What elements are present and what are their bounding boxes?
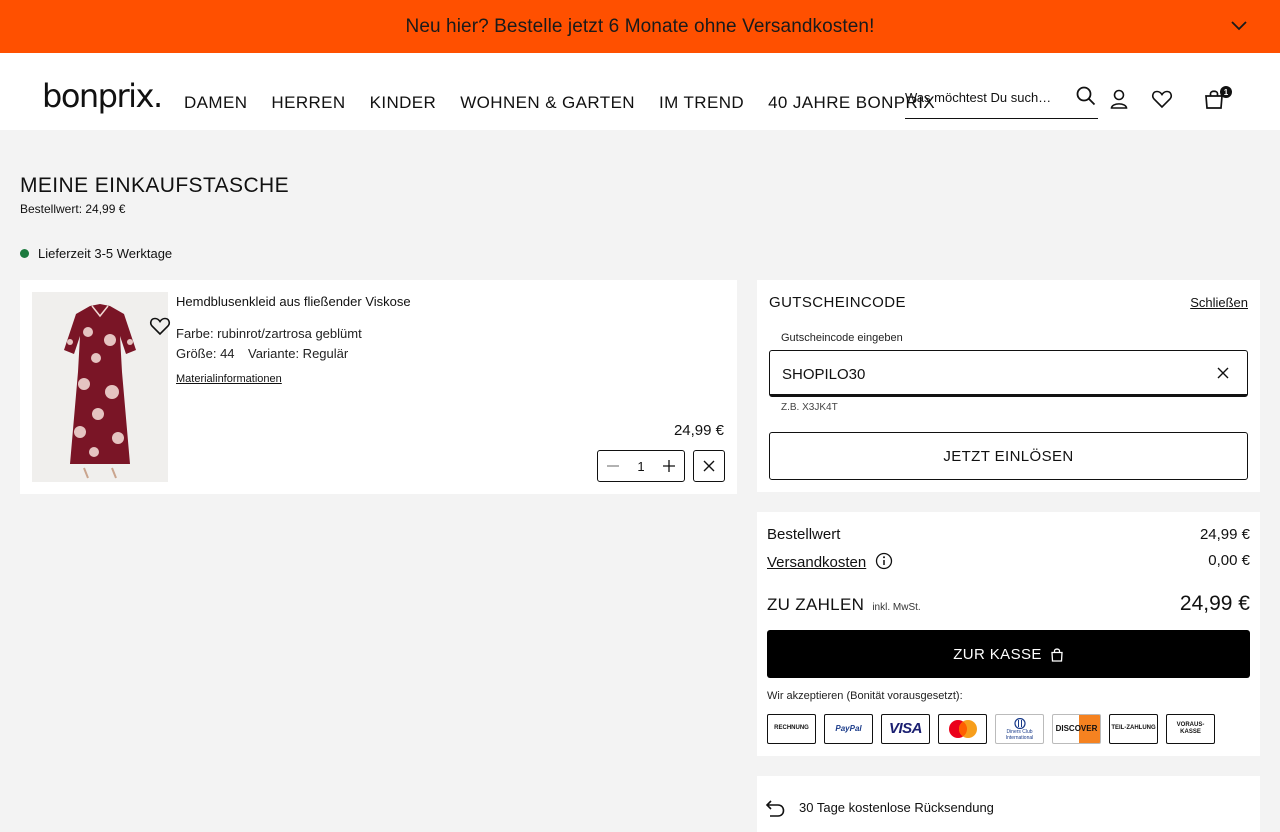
plus-icon[interactable] — [662, 459, 676, 473]
redeem-voucher-button[interactable]: JETZT EINLÖSEN — [769, 432, 1248, 480]
payment-paypal: PayPal — [824, 714, 873, 744]
diners-label: Diners Club International — [1005, 728, 1034, 741]
payment-methods: RECHNUNG PayPal VISA Diners Club Interna… — [767, 714, 1223, 744]
total-value: 24,99 € — [1179, 592, 1250, 615]
nav-kinder[interactable]: KINDER — [370, 93, 437, 113]
search-input[interactable] — [905, 82, 1055, 112]
payment-visa: VISA — [881, 714, 930, 744]
product-image[interactable] — [32, 292, 171, 482]
material-info-link[interactable]: Materialinformationen — [176, 373, 282, 385]
mastercard-logo — [948, 720, 977, 738]
main-nav: DAMEN HERREN KINDER WOHNEN & GARTEN IM T… — [184, 93, 959, 113]
wishlist-heart-icon[interactable] — [1151, 88, 1173, 110]
info-icon[interactable] — [875, 552, 893, 570]
quantity-stepper: 1 — [597, 450, 685, 482]
order-value-text: Bestellwert: 24,99 € — [20, 202, 126, 216]
payment-rechnung: RECHNUNG — [767, 714, 816, 744]
voucher-close-link[interactable]: Schließen — [1190, 295, 1248, 310]
total-label: ZU ZAHLEN — [767, 595, 865, 614]
bonprix-logo[interactable]: bonprix. — [42, 80, 163, 112]
wishlist-heart-icon[interactable] — [148, 314, 172, 338]
promo-text: Neu hier? Bestelle jetzt 6 Monate ohne V… — [405, 15, 875, 37]
nav-wohnen-garten[interactable]: WOHNEN & GARTEN — [460, 93, 635, 113]
search-box — [905, 81, 1098, 119]
summary-shipping-value: 0,00 € — [1208, 552, 1250, 569]
returns-info: 30 Tage kostenlose Rücksendung — [757, 776, 1260, 832]
summary-total-row: ZU ZAHLEN inkl. MwSt. 24,99 € — [767, 592, 1250, 616]
product-size: Größe: 44 — [176, 346, 235, 361]
return-arrow-icon — [765, 800, 785, 817]
account-icon[interactable] — [1108, 88, 1130, 110]
product-name[interactable]: Hemdblusenkleid aus fließender Viskose — [176, 294, 411, 309]
product-color: Farbe: rubinrot/zartrosa geblümt — [176, 326, 362, 341]
total-tax-note: inkl. MwSt. — [872, 602, 921, 613]
product-variant: Variante: Regulär — [248, 346, 349, 361]
summary-shipping-row: Versandkosten 0,00 € — [767, 552, 1250, 571]
site-header: bonprix. DAMEN HERREN KINDER WOHNEN & GA… — [0, 53, 1280, 130]
promo-banner: Neu hier? Bestelle jetzt 6 Monate ohne V… — [0, 0, 1280, 53]
search-icon[interactable] — [1076, 86, 1096, 106]
summary-order-label: Bestellwert — [767, 526, 841, 543]
nav-damen[interactable]: DAMEN — [184, 93, 247, 113]
payment-diners: Diners Club International — [995, 714, 1044, 744]
order-summary: Bestellwert 24,99 € Versandkosten 0,00 €… — [757, 512, 1260, 756]
lock-bag-icon — [1051, 647, 1063, 662]
delivery-time: Lieferzeit 3-5 Werktage — [20, 246, 172, 261]
item-price: 24,99 € — [673, 422, 724, 439]
cart-item: Hemdblusenkleid aus fließender Viskose F… — [20, 280, 737, 494]
summary-order-row: Bestellwert 24,99 € — [767, 526, 1250, 543]
nav-im-trend[interactable]: IM TREND — [659, 93, 744, 113]
quantity-value: 1 — [637, 458, 645, 474]
payment-accept-text: Wir akzeptieren (Bonität vorausgesetzt): — [767, 690, 963, 702]
voucher-field — [769, 350, 1248, 397]
close-icon — [703, 460, 715, 472]
voucher-title: GUTSCHEINCODE — [769, 294, 906, 311]
checkout-label: ZUR KASSE — [953, 645, 1042, 663]
payment-mastercard — [938, 714, 987, 744]
payment-discover: DISCOVER — [1052, 714, 1101, 744]
payment-teilzahlung: TEIL-ZAHLUNG — [1109, 714, 1158, 744]
voucher-panel: GUTSCHEINCODE Schließen Gutscheincode ei… — [757, 280, 1260, 492]
chevron-down-icon[interactable] — [1230, 17, 1248, 35]
shipping-costs-link[interactable]: Versandkosten — [767, 554, 866, 571]
checkout-button[interactable]: ZUR KASSE — [767, 630, 1250, 678]
delivery-status-dot — [20, 249, 29, 258]
diners-logo — [1013, 717, 1026, 729]
nav-herren[interactable]: HERREN — [271, 93, 345, 113]
clear-icon[interactable] — [1215, 365, 1231, 381]
returns-text: 30 Tage kostenlose Rücksendung — [799, 800, 994, 815]
voucher-hint: Z.B. X3JK4T — [781, 402, 838, 413]
cart-count-badge: 1 — [1220, 86, 1232, 98]
summary-order-value: 24,99 € — [1199, 526, 1250, 543]
page-title: MEINE EINKAUFSTASCHE — [20, 174, 289, 197]
delivery-time-label: Lieferzeit 3-5 Werktage — [38, 246, 173, 261]
voucher-input[interactable] — [782, 363, 1182, 385]
voucher-field-label: Gutscheincode eingeben — [781, 332, 903, 344]
remove-item-button[interactable] — [693, 450, 725, 482]
minus-icon[interactable] — [606, 459, 620, 473]
payment-vorauskasse: VORAUS-KASSE — [1166, 714, 1215, 744]
